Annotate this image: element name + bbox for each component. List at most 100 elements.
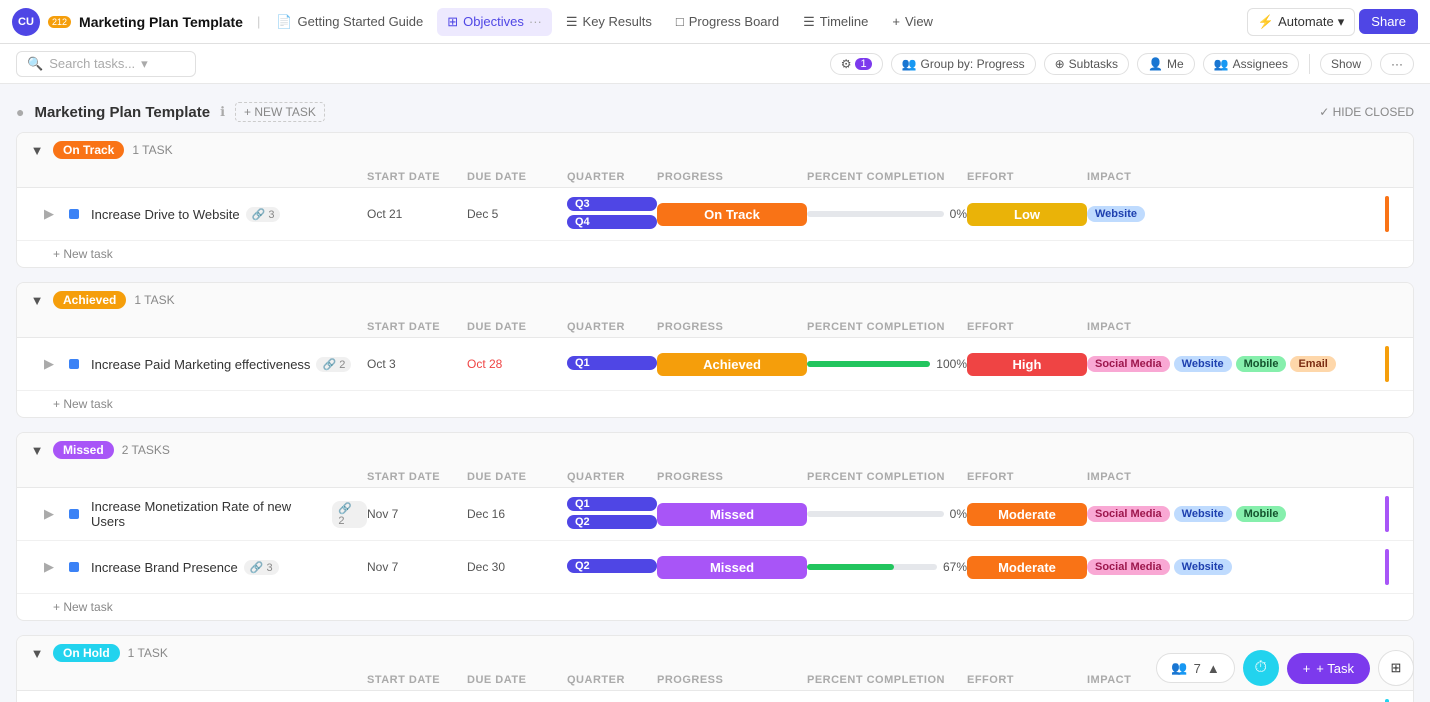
subtasks-pill[interactable]: ⊕ Subtasks — [1044, 53, 1129, 75]
col-start-date: START DATE — [367, 674, 467, 686]
member-count-fab[interactable]: 👥 7 ▲ — [1156, 653, 1234, 683]
col-progress: PROGRESS — [657, 471, 807, 483]
group-ontrack: ▼ On Track 1 TASK START DATE DUE DATE QU… — [16, 132, 1414, 268]
group-header-missed[interactable]: ▼ Missed 2 TASKS — [17, 433, 1413, 467]
quarter-tag: Q1 — [567, 356, 657, 370]
new-task-link-missed[interactable]: + New task — [41, 594, 1413, 620]
col-start-date: START DATE — [367, 171, 467, 183]
task-effort-cell: Moderate — [967, 503, 1087, 526]
new-task-link-achieved[interactable]: + New task — [41, 391, 1413, 417]
table-row: ▶ Increase Drive to Website 🔗 3 Oct 21 D… — [17, 188, 1413, 241]
effort-badge: Moderate — [967, 556, 1087, 579]
list-icon: ☰ — [566, 14, 578, 30]
row-accent — [1385, 346, 1389, 382]
subtasks-icon: ⊕ — [1055, 57, 1065, 71]
share-button[interactable]: Share — [1359, 9, 1418, 34]
main-content: ● Marketing Plan Template ℹ + NEW TASK ✓… — [0, 84, 1430, 702]
task-expand-icon[interactable]: ▶ — [29, 356, 69, 372]
task-name-cell: Increase Brand Presence 🔗 3 — [69, 560, 367, 575]
new-task-header-button[interactable]: + NEW TASK — [235, 102, 325, 122]
timeline-icon: ☰ — [803, 14, 815, 30]
hide-closed-button[interactable]: ✓ HIDE CLOSED — [1319, 105, 1414, 119]
collapse-all-icon[interactable]: ● — [16, 104, 24, 120]
task-due-date: Dec 5 — [467, 207, 567, 221]
percent-text: 0% — [950, 207, 967, 221]
group-missed: ▼ Missed 2 TASKS START DATE DUE DATE QUA… — [16, 432, 1414, 621]
chevron-down-icon: ▾ — [1338, 14, 1345, 30]
more-options-pill[interactable]: ··· — [1380, 53, 1414, 75]
task-expand-icon[interactable]: ▶ — [29, 559, 69, 575]
task-due-date: Oct 28 — [467, 357, 567, 371]
subtask-count: 🔗 3 — [244, 560, 279, 575]
task-name-text[interactable]: Increase Drive to Website — [91, 207, 240, 222]
col-effort: EFFORT — [967, 171, 1087, 183]
col-effort: EFFORT — [967, 674, 1087, 686]
chevron-icon[interactable]: ▼ — [29, 292, 45, 308]
chevron-icon[interactable]: ▼ — [29, 645, 45, 661]
chevron-icon[interactable]: ▼ — [29, 142, 45, 158]
task-expand-icon[interactable]: ▶ — [29, 206, 69, 222]
task-due-date: Dec 16 — [467, 507, 567, 521]
task-effort-cell: Moderate — [967, 556, 1087, 579]
task-expand-icon[interactable]: ▶ — [29, 506, 69, 522]
task-name-text[interactable]: Increase Monetization Rate of new Users — [91, 499, 326, 529]
automate-icon: ⚡ — [1258, 14, 1274, 30]
tab-timeline[interactable]: ☰ Timeline — [793, 8, 878, 36]
col-effort: EFFORT — [967, 321, 1087, 333]
tab-objectives[interactable]: ⊞ Objectives ··· — [437, 8, 552, 36]
column-headers: START DATE DUE DATE QUARTER PROGRESS PER… — [17, 167, 1413, 188]
subtask-count: 🔗 2 — [332, 501, 367, 528]
group-header-achieved[interactable]: ▼ Achieved 1 TASK — [17, 283, 1413, 317]
table-row: ▶ Brand Launch 🔗 2 Nov 28 Dec 23 Q3 On H… — [17, 691, 1413, 702]
col-impact: IMPACT — [1087, 171, 1385, 183]
task-percent-cell: 67% — [807, 560, 967, 574]
search-box[interactable]: 🔍 Search tasks... ▾ — [16, 51, 196, 77]
task-color-dot — [69, 209, 79, 219]
col-due-date: DUE DATE — [467, 171, 567, 183]
group-by-pill[interactable]: 👥 Group by: Progress — [891, 53, 1036, 75]
task-color-dot — [69, 509, 79, 519]
progress-bar-bg — [807, 211, 944, 217]
filter-pill[interactable]: ⚙ 1 — [830, 53, 883, 75]
task-name-text[interactable]: Increase Brand Presence — [91, 560, 238, 575]
tab-progress-board[interactable]: □ Progress Board — [666, 8, 789, 35]
col-due-date: DUE DATE — [467, 674, 567, 686]
subtask-count: 🔗 2 — [316, 357, 351, 372]
quarter-tag: Q4 — [567, 215, 657, 229]
task-impact-cell: Social MediaWebsite — [1087, 559, 1385, 575]
info-icon[interactable]: ℹ — [220, 104, 225, 120]
show-pill[interactable]: Show — [1320, 53, 1372, 75]
search-input[interactable]: Search tasks... — [49, 56, 135, 71]
task-impact-cell: Website — [1087, 206, 1385, 222]
impact-tag: Website — [1174, 356, 1232, 372]
progress-badge: On Track — [657, 203, 807, 226]
group-badge-missed: Missed — [53, 441, 114, 459]
tab-getting-started[interactable]: 📄 Getting Started Guide — [266, 8, 433, 36]
task-name-text[interactable]: Increase Paid Marketing effectiveness — [91, 357, 310, 372]
impact-tag: Social Media — [1087, 506, 1170, 522]
automate-button[interactable]: ⚡ Automate ▾ — [1247, 8, 1355, 36]
project-title: Marketing Plan Template — [34, 104, 210, 121]
chevron-icon[interactable]: ▼ — [29, 442, 45, 458]
task-name-cell: Increase Paid Marketing effectiveness 🔗 … — [69, 357, 367, 372]
me-pill[interactable]: 👤 Me — [1137, 53, 1195, 75]
new-task-link-ontrack[interactable]: + New task — [41, 241, 1413, 267]
table-row: ▶ Increase Monetization Rate of new User… — [17, 488, 1413, 541]
progress-badge: Achieved — [657, 353, 807, 376]
col-impact: IMPACT — [1087, 471, 1385, 483]
tab-add-view[interactable]: + View — [882, 8, 943, 35]
page-title: Marketing Plan Template — [79, 14, 243, 30]
tab-key-results[interactable]: ☰ Key Results — [556, 8, 662, 36]
assignees-pill[interactable]: 👥 Assignees — [1203, 53, 1299, 75]
grid-view-fab[interactable]: ⊞ — [1378, 650, 1414, 686]
group-task-count-onhold: 1 TASK — [128, 646, 168, 660]
notification-badge[interactable]: 212 — [48, 16, 71, 28]
col-name — [69, 674, 367, 686]
group-achieved: ▼ Achieved 1 TASK START DATE DUE DATE QU… — [16, 282, 1414, 418]
add-task-fab[interactable]: + + Task — [1287, 653, 1370, 684]
search-dropdown-icon[interactable]: ▾ — [141, 56, 148, 72]
group-header-ontrack[interactable]: ▼ On Track 1 TASK — [17, 133, 1413, 167]
timer-fab[interactable]: ⏱ — [1243, 650, 1279, 686]
assignees-icon: 👥 — [1214, 57, 1229, 71]
members-icon: 👥 — [1171, 660, 1187, 676]
